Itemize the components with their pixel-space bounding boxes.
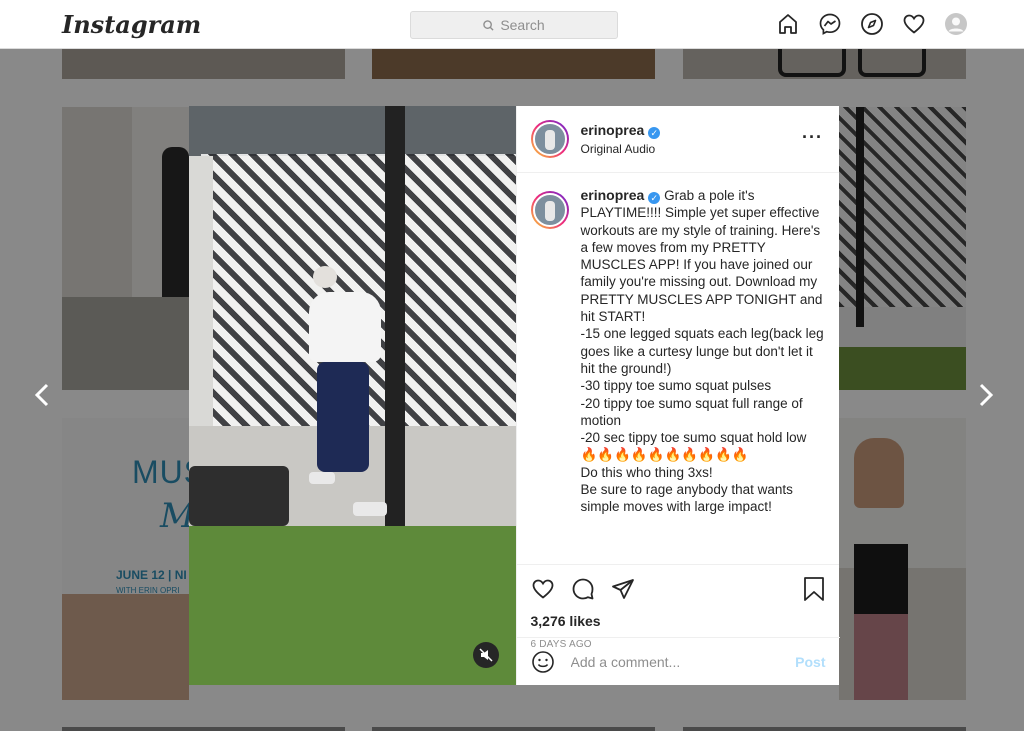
speaker-muted-icon	[479, 648, 493, 662]
post-username[interactable]: erinoprea	[581, 122, 645, 138]
original-audio-link[interactable]: Original Audio	[581, 142, 661, 156]
profile-avatar[interactable]	[944, 12, 968, 36]
caption-avatar[interactable]	[530, 191, 569, 229]
post-comment-button[interactable]: Post	[795, 654, 825, 670]
mute-toggle[interactable]	[473, 642, 499, 668]
search-icon	[483, 19, 494, 31]
next-arrow-icon[interactable]	[974, 382, 996, 408]
post-modal: erinoprea ✓ Original Audio ··· erinoprea ✓…	[189, 106, 840, 685]
home-icon[interactable]	[776, 12, 800, 36]
top-navigation-bar: Instagram Search	[0, 0, 1024, 49]
caption-text: Grab a pole it's PLAYTIME!!!! Simple yet…	[580, 188, 824, 515]
instagram-logo[interactable]: Instagram	[62, 10, 201, 39]
activity-heart-icon[interactable]	[902, 12, 926, 36]
comment-bubble-icon[interactable]	[571, 577, 595, 601]
explore-icon[interactable]	[860, 12, 884, 36]
messenger-icon[interactable]	[818, 12, 842, 36]
search-placeholder: Search	[500, 17, 545, 33]
emoji-smiley-icon[interactable]	[531, 650, 555, 674]
save-bookmark-icon[interactable]	[803, 577, 825, 601]
search-box[interactable]: Search	[410, 11, 618, 39]
comment-input[interactable]	[568, 652, 782, 671]
likes-count[interactable]: 3,276 likes	[531, 613, 601, 629]
post-caption-area: erinoprea ✓ Grab a pole it's PLAYTIME!!!!…	[517, 173, 840, 564]
post-video[interactable]	[189, 106, 516, 685]
post-header: erinoprea ✓ Original Audio ···	[516, 106, 839, 173]
verified-badge-icon: ✓	[648, 192, 661, 204]
verified-badge-icon: ✓	[648, 127, 661, 139]
caption-username[interactable]: erinoprea	[581, 187, 645, 203]
more-options-icon[interactable]: ···	[802, 128, 823, 146]
user-avatar[interactable]	[530, 120, 569, 158]
post-sidebar: erinoprea ✓ Original Audio ··· erinoprea ✓…	[515, 106, 840, 685]
share-send-icon[interactable]	[611, 577, 635, 601]
caption-body: erinoprea ✓ Grab a pole it's PLAYTIME!!!!…	[581, 187, 826, 564]
previous-arrow-icon[interactable]	[32, 382, 54, 408]
comment-bar: Post	[516, 637, 840, 685]
like-heart-icon[interactable]	[531, 577, 555, 601]
post-actions: 3,276 likes 6 DAYS AGO Post	[516, 564, 840, 685]
